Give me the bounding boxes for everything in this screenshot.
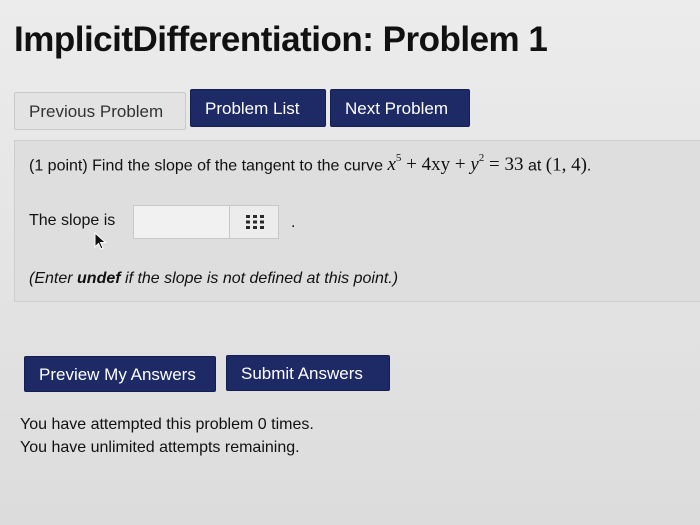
attempts-remaining-text: You have unlimited attempts remaining. bbox=[20, 439, 300, 456]
problem-text: Find the slope of the tangent to the cur… bbox=[92, 157, 384, 175]
problem-point: (1, 4) bbox=[545, 154, 587, 176]
equation-y-exponent: 2 bbox=[478, 152, 485, 164]
hint-prefix: (Enter bbox=[29, 270, 78, 287]
problem-points: (1 point) bbox=[29, 157, 88, 175]
attempts-count-text: You have attempted this problem 0 times. bbox=[20, 416, 314, 433]
problem-at: at bbox=[527, 157, 542, 175]
equation-x-exponent: 5 bbox=[395, 152, 402, 164]
submit-answers-button[interactable]: Submit Answers bbox=[226, 355, 390, 391]
slope-label: The slope is bbox=[29, 212, 116, 229]
problem-end: . bbox=[586, 157, 592, 175]
answer-suffix: . bbox=[291, 214, 296, 231]
answer-hint: (Enter undef if the slope is not defined… bbox=[29, 270, 398, 288]
page-title: ImplicitDifferentiation: Problem 1 bbox=[14, 20, 548, 59]
equation-plus-2: + bbox=[450, 154, 471, 176]
equation-x: x bbox=[387, 154, 396, 176]
next-problem-button[interactable]: Next Problem bbox=[330, 89, 470, 127]
hint-keyword: undef bbox=[77, 270, 121, 287]
equation-y: y bbox=[470, 154, 479, 176]
attempts-status: You have attempted this problem 0 times.… bbox=[20, 413, 314, 459]
previous-problem-button[interactable]: Previous Problem bbox=[14, 92, 186, 130]
preview-answers-button[interactable]: Preview My Answers bbox=[24, 356, 216, 392]
problem-statement: (1 point) Find the slope of the tangent … bbox=[29, 152, 592, 176]
mouse-pointer-icon bbox=[94, 232, 107, 250]
equation-editor-grid-icon bbox=[246, 215, 264, 229]
hint-suffix: if the slope is not defined at this poin… bbox=[120, 270, 399, 287]
equation-equals: = 33 bbox=[484, 154, 524, 176]
equation-editor-button[interactable] bbox=[229, 205, 279, 239]
equation-4xy: 4xy bbox=[421, 154, 451, 176]
problem-container: (1 point) Find the slope of the tangent … bbox=[14, 140, 700, 302]
equation-plus-1: + bbox=[401, 154, 422, 176]
problem-page: ImplicitDifferentiation: Problem 1 Previ… bbox=[0, 0, 700, 525]
slope-answer-input[interactable] bbox=[133, 205, 229, 239]
curve-equation: x5 + 4xy + y2 = 33 bbox=[387, 152, 524, 176]
problem-list-button[interactable]: Problem List bbox=[190, 89, 326, 127]
